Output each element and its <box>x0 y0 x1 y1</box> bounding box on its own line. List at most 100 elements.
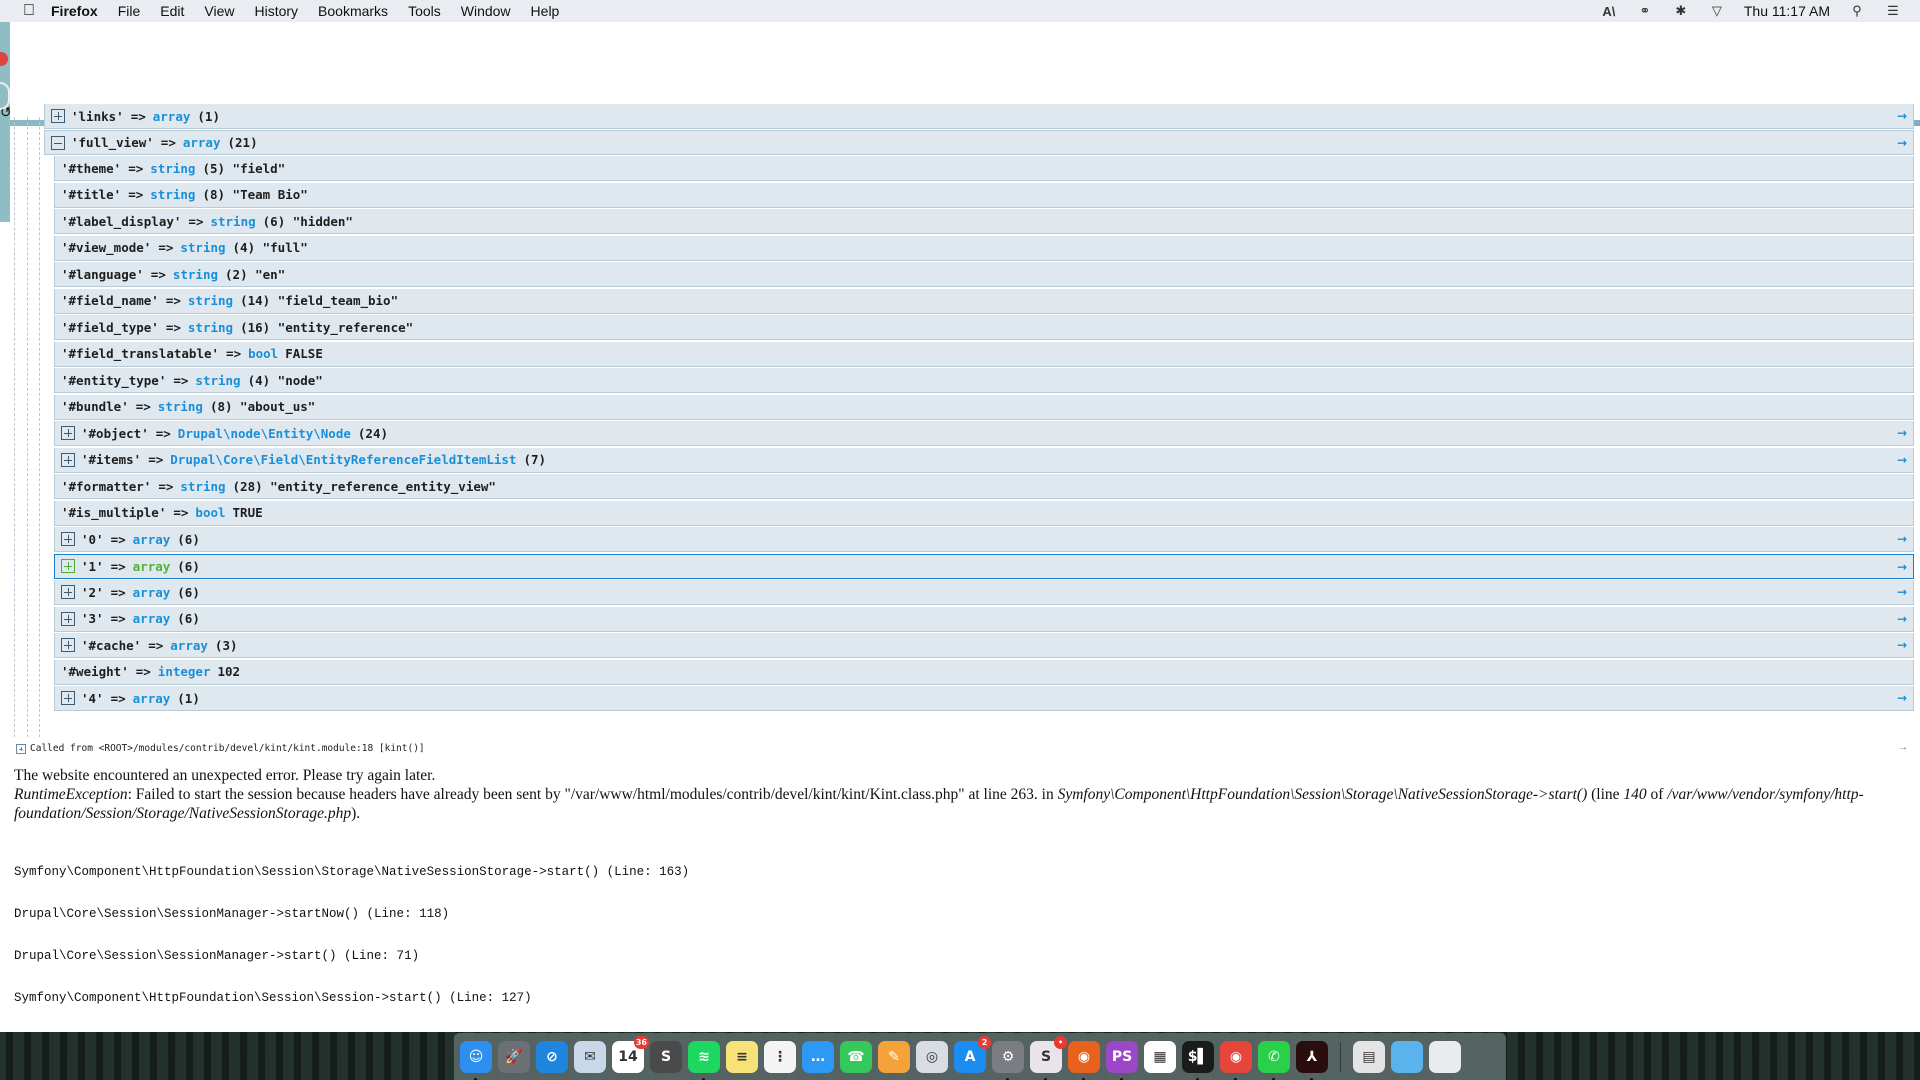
acrobat-icon[interactable]: ⅄ <box>1296 1040 1328 1080</box>
terminal-icon[interactable]: $▌ <box>1182 1040 1214 1080</box>
expand-icon[interactable] <box>61 611 75 626</box>
menu-bookmarks[interactable]: Bookmarks <box>318 3 388 19</box>
trash-icon[interactable] <box>1429 1040 1461 1073</box>
dock: ☺ 🚀 ⊘ ✉ 14 36 S ≋ ≡ ⋮… ☎ ✎ ◎ A 2 ⚙ S • ◉ PS ▦ $▌ ◉ ✆ ⅄ ▤ <box>454 1033 1506 1080</box>
kint-operator: => <box>110 690 126 706</box>
error-detail: RuntimeException: Failed to start the se… <box>14 785 1904 823</box>
menu-history[interactable]: History <box>254 3 298 19</box>
menu-app-name[interactable]: Firefox <box>51 3 98 19</box>
menu-tools[interactable]: Tools <box>408 3 441 19</box>
calendar-icon[interactable]: 14 36 <box>612 1035 649 1073</box>
kint-row[interactable]: '0' => array (6) → <box>54 527 1914 552</box>
kint-row-links[interactable]: 'links' => array (1) → <box>44 104 1914 129</box>
pages-icon[interactable]: ✎ <box>878 1040 910 1073</box>
kint-operator: => <box>173 505 189 520</box>
expand-icon[interactable] <box>61 452 75 467</box>
dock-glyph: ⋮ <box>773 1048 787 1065</box>
whatsapp-icon[interactable]: ✆ <box>1258 1040 1290 1080</box>
expand-icon[interactable] <box>61 426 75 440</box>
kint-row: '#language' => string (2) "en" <box>54 262 1914 287</box>
kint-type: array <box>152 108 191 124</box>
menu-help[interactable]: Help <box>531 3 560 19</box>
app-store-icon[interactable]: A2 <box>954 1035 991 1073</box>
kint-operator: => <box>148 637 164 653</box>
kint-access-path-arrow-icon[interactable]: → <box>1897 638 1907 652</box>
kint-row[interactable]: '#items' => Drupal\Core\Field\EntityRefere… <box>54 447 1914 473</box>
expand-icon[interactable] <box>51 109 65 123</box>
phpstorm-icon[interactable]: PS <box>1106 1040 1138 1080</box>
kint-access-path-arrow-icon[interactable]: → <box>1897 560 1907 574</box>
kint-access-path-arrow-icon[interactable]: → <box>1897 136 1907 150</box>
kint-value: (4) "full" <box>232 240 308 255</box>
kint-row-full-view[interactable]: 'full_view' => array (21) → <box>44 130 1914 155</box>
dock-glyph: 14 <box>618 1048 638 1065</box>
kint-row[interactable]: '3' => array (6) → <box>54 606 1914 632</box>
creative-cloud-icon[interactable]: ⚭ <box>1636 3 1654 18</box>
menu-window[interactable]: Window <box>461 3 511 19</box>
kint-row[interactable]: '1' => array (6) → <box>54 553 1914 579</box>
system-preferences-icon[interactable]: ⚙ <box>992 1040 1024 1080</box>
kint-key: '#object' <box>81 425 149 441</box>
kint-row[interactable]: '2' => array (6) → <box>54 580 1914 605</box>
kint-access-path-arrow-icon[interactable]: → <box>1897 109 1907 123</box>
kint-value: TRUE <box>232 505 263 520</box>
kint-key: '#entity_type' <box>61 372 167 388</box>
spotify-icon[interactable]: ≋ <box>688 1040 720 1080</box>
wifi-icon[interactable]: ▽ <box>1708 3 1726 18</box>
folder-icon[interactable] <box>1391 1040 1423 1073</box>
apple-logo-icon[interactable]:  <box>21 2 37 20</box>
menu-file[interactable]: File <box>118 3 141 19</box>
expand-icon[interactable] <box>61 585 75 599</box>
kint-operator: => <box>150 266 166 282</box>
kint-row[interactable]: '#object' => Drupal\node\Entity\Node (24) → <box>54 421 1914 446</box>
launchpad-icon[interactable]: 🚀 <box>498 1040 530 1073</box>
expand-icon[interactable] <box>61 559 75 573</box>
expand-icon[interactable] <box>61 532 75 546</box>
finder-icon[interactable]: ☺ <box>460 1040 492 1080</box>
menu-edit[interactable]: Edit <box>160 3 184 19</box>
facetime-icon[interactable]: ☎ <box>840 1040 872 1073</box>
preview-icon[interactable]: ◎ <box>916 1040 948 1073</box>
kint-row: '#bundle' => string (8) "about_us" <box>54 394 1914 420</box>
menu-clock[interactable]: Thu 11:17 AM <box>1744 3 1830 19</box>
kint-access-path-arrow-icon[interactable]: → <box>1897 426 1907 440</box>
kint-row[interactable]: '4' => array (1) → <box>54 686 1914 711</box>
expand-icon[interactable] <box>61 691 75 705</box>
firefox-icon[interactable]: ◉ <box>1068 1040 1100 1080</box>
kint-type: string <box>187 293 234 308</box>
kint-type: array <box>132 584 171 600</box>
kint-row: '#field_type' => string (16) "entity_refere… <box>54 315 1914 340</box>
reminders-icon[interactable]: ⋮ <box>764 1040 796 1073</box>
app-grid-icon[interactable]: ▦ <box>1144 1040 1176 1073</box>
kint-row[interactable]: '#cache' => array (3) → <box>54 633 1914 658</box>
kint-access-path-arrow-icon[interactable]: → <box>1898 742 1908 753</box>
menu-view[interactable]: View <box>204 3 234 19</box>
search-icon[interactable]: ⚲ <box>1848 3 1866 18</box>
kint-access-path-arrow-icon[interactable]: → <box>1897 691 1907 705</box>
kint-access-path-arrow-icon[interactable]: → <box>1897 612 1907 626</box>
expand-trace-icon[interactable] <box>16 743 26 754</box>
kint-operator: => <box>148 452 164 467</box>
documents-stack-icon[interactable]: ▤ <box>1353 1040 1385 1073</box>
bluetooth-icon[interactable]: ✱ <box>1672 3 1690 18</box>
safari-icon[interactable]: ⊘ <box>536 1040 568 1073</box>
expand-icon[interactable] <box>61 638 75 652</box>
kint-type: array <box>132 531 171 547</box>
messages-icon[interactable]: … <box>802 1040 834 1073</box>
kint-access-path-arrow-icon[interactable]: → <box>1897 532 1907 546</box>
notification-center-icon[interactable]: ☰ <box>1884 3 1902 18</box>
adobe-icon[interactable]: A\ <box>1600 4 1618 19</box>
collapse-icon[interactable] <box>51 135 65 150</box>
mail-icon[interactable]: ✉ <box>574 1040 606 1073</box>
kint-access-path-arrow-icon[interactable]: → <box>1897 585 1907 599</box>
kint-access-path-arrow-icon[interactable]: → <box>1897 453 1907 467</box>
notes-icon[interactable]: ≡ <box>726 1040 758 1073</box>
stack-trace-line: Symfony\Component\HttpFoundation\Session… <box>14 865 690 879</box>
kint-operator: => <box>188 213 204 229</box>
slack-icon[interactable]: S • <box>1030 1035 1067 1080</box>
chrome-icon[interactable]: ◉ <box>1220 1040 1252 1080</box>
sublime-text-icon[interactable]: S <box>650 1040 682 1073</box>
kint-operator: => <box>160 135 176 150</box>
kint-key: '#bundle' <box>61 399 129 414</box>
kint-row: '#theme' => string (5) "field" <box>54 156 1914 181</box>
